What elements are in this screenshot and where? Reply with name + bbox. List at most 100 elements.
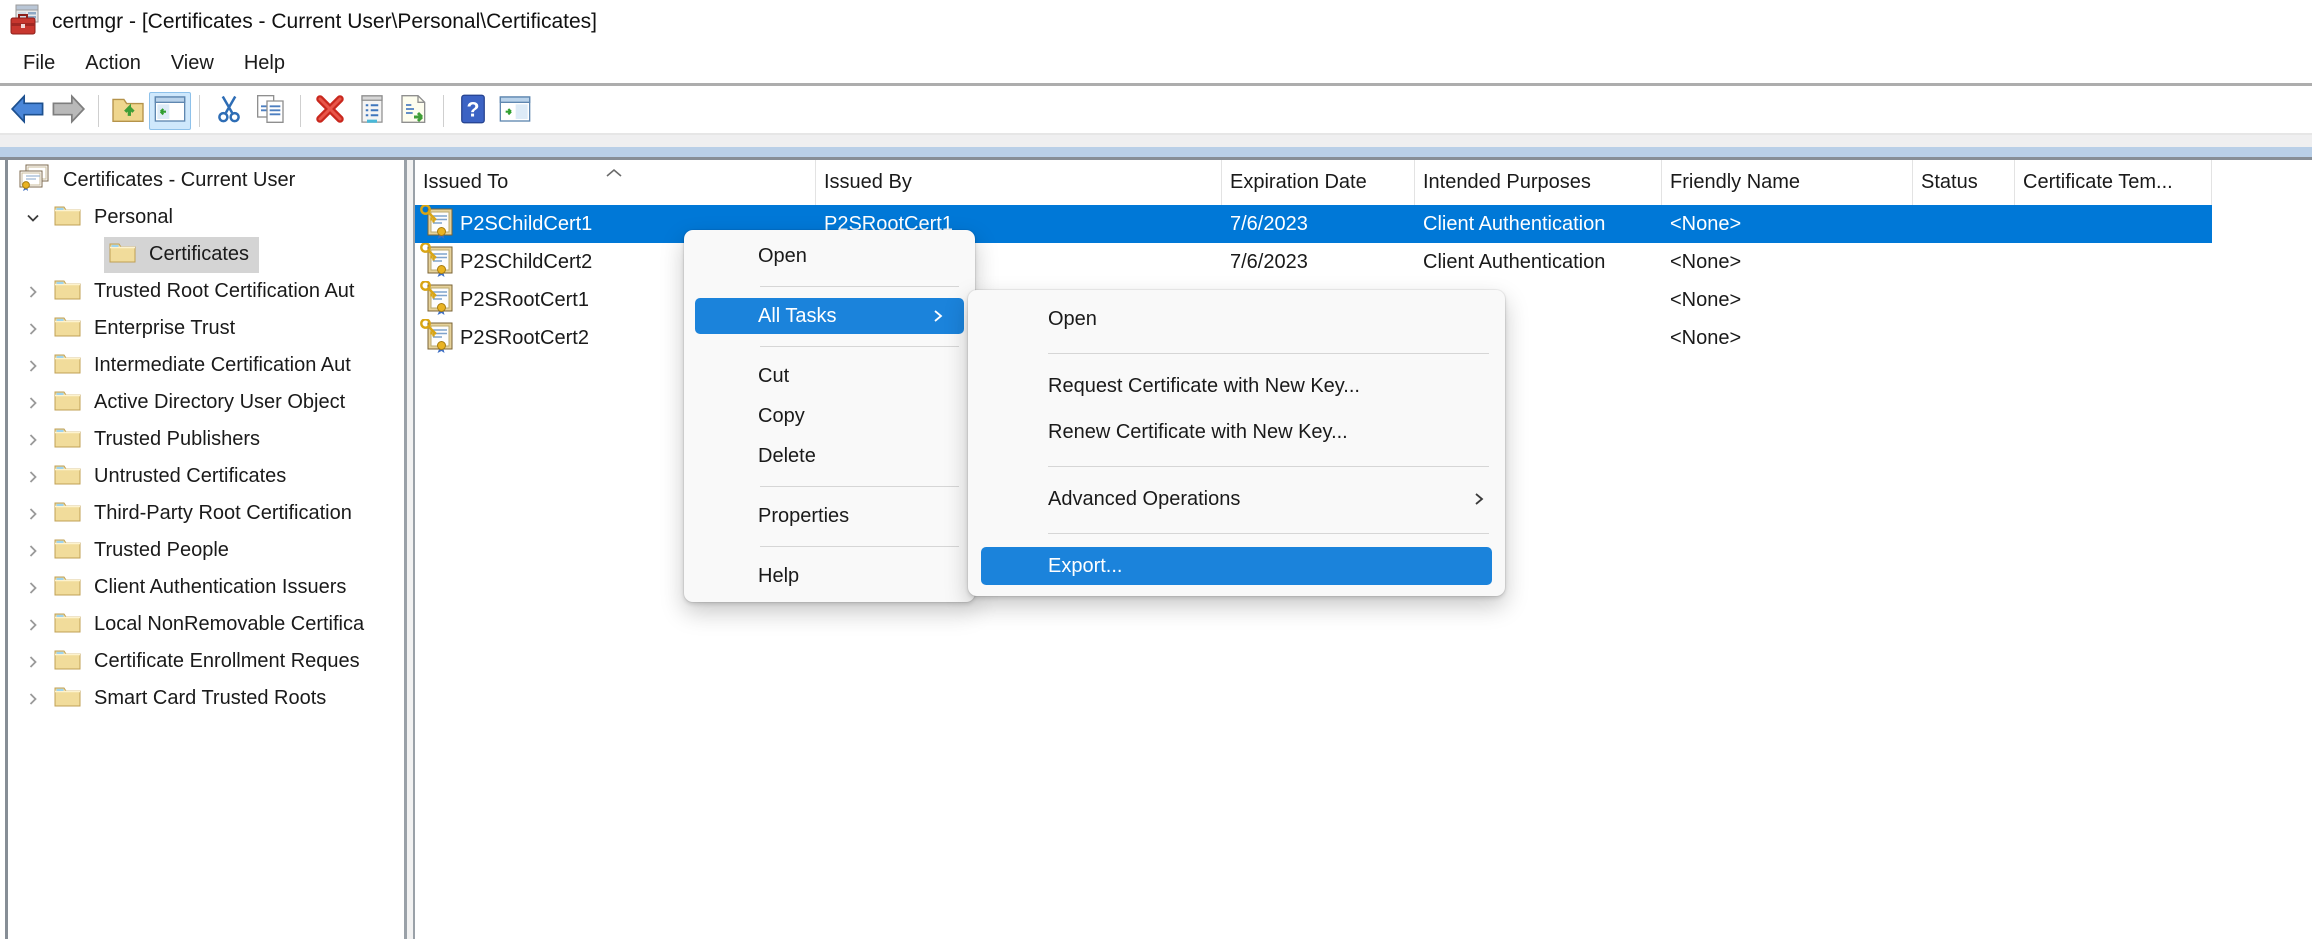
copy-icon	[255, 94, 287, 129]
menu-separator	[684, 476, 975, 496]
context-menu-item-cut[interactable]: Cut	[684, 356, 975, 396]
menu-file[interactable]: File	[8, 46, 70, 81]
context-menu-item-all-tasks[interactable]: All Tasks	[695, 298, 964, 334]
export-list-icon	[398, 94, 430, 129]
cell-status	[1913, 243, 2015, 281]
context-menu-item-help[interactable]: Help	[684, 556, 975, 596]
column-header-issued-by[interactable]: Issued By	[816, 160, 1222, 205]
chevron-right-icon[interactable]	[22, 543, 44, 559]
chevron-down-icon[interactable]	[22, 210, 44, 226]
menu-action[interactable]: Action	[70, 46, 156, 81]
chevron-right-icon[interactable]	[22, 321, 44, 337]
tree-item-client-authentication-issuers[interactable]: Client Authentication Issuers	[8, 569, 404, 606]
context-menu-item-copy[interactable]: Copy	[684, 396, 975, 436]
certificate-with-key-icon	[419, 205, 453, 243]
copy-button[interactable]	[250, 92, 292, 130]
chevron-right-icon[interactable]	[22, 580, 44, 596]
pane-splitter[interactable]	[404, 160, 415, 939]
column-header-friendly-name[interactable]: Friendly Name	[1662, 160, 1913, 205]
folder-icon	[54, 648, 81, 676]
properties-button[interactable]	[351, 92, 393, 130]
folder-icon	[109, 241, 136, 269]
folder-icon	[54, 500, 81, 528]
content-top-band	[0, 147, 2312, 157]
show-hide-action-pane-button[interactable]	[494, 92, 536, 130]
cell-friendly-name: <None>	[1670, 212, 1742, 235]
context-menu-item-properties[interactable]: Properties	[684, 496, 975, 536]
tree-item-label: Intermediate Certification Aut	[94, 354, 351, 376]
menu-item-label: All Tasks	[758, 305, 837, 327]
tree-item-smart-card-trusted-roots[interactable]: Smart Card Trusted Roots	[8, 680, 404, 717]
tree-item-label: Active Directory User Object	[94, 391, 346, 413]
chevron-right-icon[interactable]	[22, 506, 44, 522]
certmgr-window: { "window": { "title": "certmgr - [Certi…	[0, 0, 2312, 939]
certificate-with-key-icon	[419, 243, 453, 281]
up-one-level-button[interactable]	[107, 92, 149, 130]
folder-icon	[54, 537, 81, 565]
chevron-right-icon[interactable]	[22, 395, 44, 411]
menu-item-label: Advanced Operations	[1048, 488, 1241, 510]
delete-button[interactable]	[309, 92, 351, 130]
submenu-item-open[interactable]: Open	[968, 296, 1505, 342]
tree-item-certificates-current-user[interactable]: Certificates - Current User	[8, 162, 404, 199]
tree-item-label: Smart Card Trusted Roots	[94, 687, 327, 709]
chevron-right-icon[interactable]	[22, 358, 44, 374]
folder-icon	[54, 574, 81, 602]
export-list-button[interactable]	[393, 92, 435, 130]
tree-selected-item: Certificates	[104, 236, 260, 273]
tree-item-certificate-enrollment-requests[interactable]: Certificate Enrollment Reques	[8, 643, 404, 680]
submenu-item-export[interactable]: Export...	[981, 547, 1492, 585]
tree-item-label: Personal	[94, 206, 173, 228]
chevron-right-icon[interactable]	[22, 617, 44, 633]
tree-item-trusted-publishers[interactable]: Trusted Publishers	[8, 421, 404, 458]
chevron-right-icon[interactable]	[22, 432, 44, 448]
submenu-item-renew-certificate-with-new-key[interactable]: Renew Certificate with New Key...	[968, 409, 1505, 455]
window-title: certmgr - [Certificates - Current User\P…	[52, 10, 597, 33]
tree-item-intermediate-certification-authorities[interactable]: Intermediate Certification Aut	[8, 347, 404, 384]
cell-status	[1913, 205, 2015, 243]
tree-item-enterprise-trust[interactable]: Enterprise Trust	[8, 310, 404, 347]
cell-certificate-template	[2015, 319, 2212, 357]
tree-item-personal[interactable]: Personal	[8, 199, 404, 236]
certmgr-app-icon	[8, 3, 42, 42]
folder-icon	[54, 389, 81, 417]
chevron-right-icon[interactable]	[22, 284, 44, 300]
tree-item-local-nonremovable-certificates[interactable]: Local NonRemovable Certifica	[8, 606, 404, 643]
show-hide-console-tree-button[interactable]	[149, 92, 191, 130]
cell-issued-to: P2SChildCert2	[460, 250, 593, 273]
chevron-right-icon[interactable]	[22, 654, 44, 670]
menu-help[interactable]: Help	[229, 46, 300, 81]
column-header-intended-purposes[interactable]: Intended Purposes	[1415, 160, 1662, 205]
tree-item-certificates[interactable]: Certificates	[8, 236, 404, 273]
back-button[interactable]	[6, 92, 48, 130]
toolbar-separator	[443, 95, 444, 127]
context-menu-item-open[interactable]: Open	[684, 236, 975, 276]
menu-separator	[968, 342, 1505, 363]
submenu-arrow-icon	[932, 308, 944, 324]
folder-icon	[54, 685, 81, 713]
tree-item-active-directory-user-object[interactable]: Active Directory User Object	[8, 384, 404, 421]
action-pane-icon	[499, 95, 531, 128]
tree-item-trusted-people[interactable]: Trusted People	[8, 532, 404, 569]
column-header-certificate-template[interactable]: Certificate Tem...	[2015, 160, 2212, 205]
chevron-right-icon[interactable]	[22, 469, 44, 485]
tree-item-label: Third-Party Root Certification	[94, 502, 352, 524]
help-icon: ?	[460, 94, 486, 129]
context-menu-item-delete[interactable]: Delete	[684, 436, 975, 476]
tree-item-untrusted-certificates[interactable]: Untrusted Certificates	[8, 458, 404, 495]
tree-item-trusted-root-certification-authorities[interactable]: Trusted Root Certification Aut	[8, 273, 404, 310]
tree-item-label: Client Authentication Issuers	[94, 576, 347, 598]
menu-view[interactable]: View	[156, 46, 229, 81]
submenu-item-advanced-operations[interactable]: Advanced Operations	[968, 476, 1505, 522]
menu-bar: File Action View Help	[0, 44, 2312, 86]
cut-button[interactable]	[208, 92, 250, 130]
column-header-status[interactable]: Status	[1913, 160, 2015, 205]
forward-button[interactable]	[48, 92, 90, 130]
column-header-expiration-date[interactable]: Expiration Date	[1222, 160, 1415, 205]
tree-item-third-party-root-certification[interactable]: Third-Party Root Certification	[8, 495, 404, 532]
certificate-with-key-icon	[419, 319, 453, 357]
chevron-right-icon[interactable]	[22, 691, 44, 707]
tree-item-label: Trusted People	[94, 539, 229, 561]
submenu-item-request-certificate-with-new-key[interactable]: Request Certificate with New Key...	[968, 363, 1505, 409]
help-button[interactable]: ?	[452, 92, 494, 130]
